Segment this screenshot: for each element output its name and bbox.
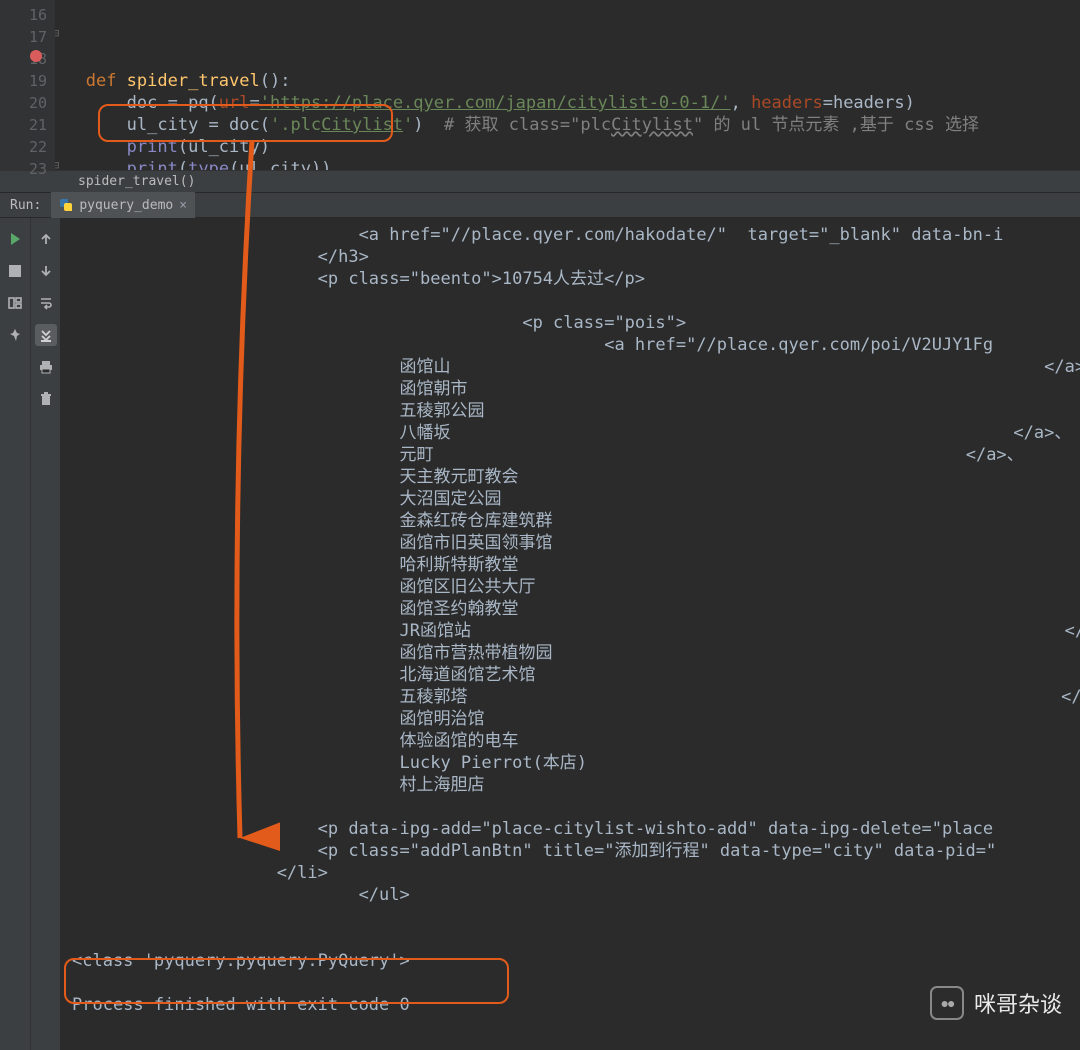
- annotation-highlight: [98, 104, 393, 142]
- close-icon[interactable]: ×: [179, 198, 187, 213]
- run-button[interactable]: [4, 228, 26, 250]
- run-tab-label: pyquery_demo: [79, 198, 173, 213]
- fold-icon[interactable]: ⊟: [55, 22, 59, 44]
- wechat-icon: ●●: [930, 986, 964, 1020]
- line-number: 19: [0, 70, 47, 92]
- up-icon[interactable]: [35, 228, 57, 250]
- line-number: 17: [0, 26, 47, 48]
- code-editor[interactable]: 16 17 18 19 20 21 22 23 ⊟ ⊟ def spider_t…: [0, 0, 1080, 170]
- soft-wrap-icon[interactable]: [35, 292, 57, 314]
- watermark: ●● 咪哥杂谈: [930, 986, 1062, 1020]
- line-number: 21: [0, 114, 47, 136]
- run-toolbar: Run: pyquery_demo ×: [0, 192, 1080, 218]
- code-content[interactable]: ⊟ ⊟ def spider_travel(): doc = pq(url='h…: [55, 0, 1080, 170]
- layout-icon[interactable]: [4, 292, 26, 314]
- console-controls: [30, 218, 60, 1050]
- console-output[interactable]: <a href="//place.qyer.com/hakodate/" tar…: [60, 218, 1080, 1050]
- down-icon[interactable]: [35, 260, 57, 282]
- trash-icon[interactable]: [35, 388, 57, 410]
- python-icon: [59, 198, 73, 212]
- run-tab[interactable]: pyquery_demo ×: [51, 192, 195, 218]
- annotation-highlight: [64, 958, 509, 1004]
- line-number: 16: [0, 4, 47, 26]
- pin-icon[interactable]: [4, 324, 26, 346]
- run-label: Run:: [0, 198, 51, 213]
- breakpoint-icon[interactable]: [30, 50, 42, 62]
- line-number: 20: [0, 92, 47, 114]
- scroll-end-icon[interactable]: [35, 324, 57, 346]
- watermark-text: 咪哥杂谈: [974, 987, 1062, 1019]
- stop-button[interactable]: [4, 260, 26, 282]
- run-controls: [0, 218, 30, 1050]
- line-number: 22: [0, 136, 47, 158]
- print-icon[interactable]: [35, 356, 57, 378]
- fold-icon[interactable]: ⊟: [55, 154, 59, 170]
- console-panel: <a href="//place.qyer.com/hakodate/" tar…: [0, 218, 1080, 1050]
- breadcrumb[interactable]: spider_travel(): [0, 170, 1080, 192]
- line-gutter: 16 17 18 19 20 21 22 23: [0, 0, 55, 170]
- line-number: 23: [0, 158, 47, 180]
